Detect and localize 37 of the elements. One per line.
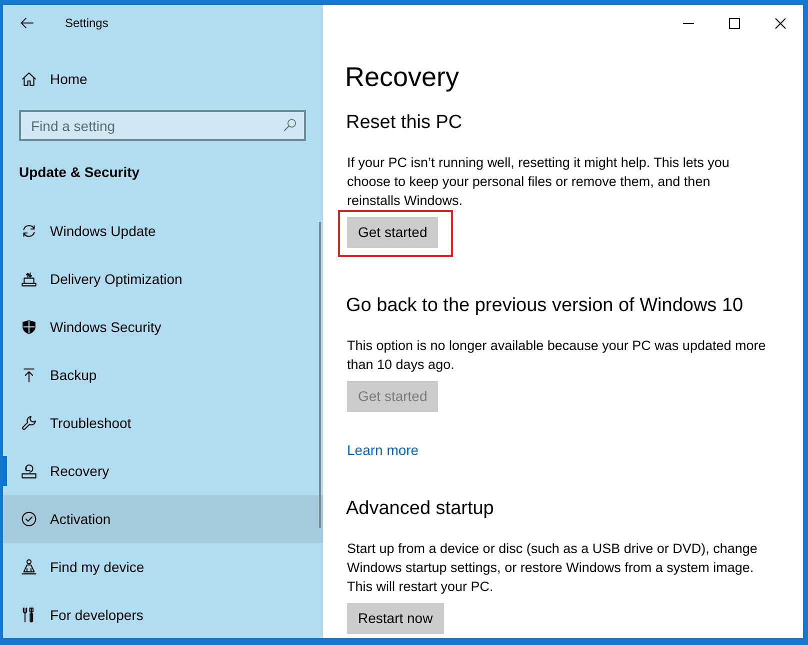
section-heading: Advanced startup <box>346 497 495 521</box>
nav-item[interactable]: Recovery <box>3 447 323 495</box>
back-icon[interactable] <box>20 16 34 30</box>
section-description: Start up from a device or disc (such as a USB drive or DVD), change Windows startup settings, or restore Windows from a system image. This will restart your PC. <box>347 540 758 596</box>
check-circle-icon <box>21 511 37 527</box>
nav-item[interactable]: Windows Update <box>3 207 323 255</box>
maximize-icon <box>728 18 740 28</box>
home-icon <box>21 71 37 87</box>
wrench-icon <box>21 415 37 431</box>
section-description: This option is no longer available because your PC was updated more than 10 days ago. <box>347 337 766 374</box>
upload-arrow-icon <box>21 367 37 383</box>
shield-icon <box>21 319 37 335</box>
nav-item[interactable]: For developers <box>3 591 323 638</box>
person-icon <box>21 559 37 575</box>
page-title: Recovery <box>345 61 460 94</box>
nav-item[interactable]: Activation <box>3 495 323 543</box>
nav-item[interactable]: Troubleshoot <box>3 399 323 447</box>
search-field[interactable]: Find a setting <box>19 110 306 141</box>
learn-more-link[interactable]: Learn more <box>347 441 419 460</box>
action-button[interactable]: Restart now <box>347 602 444 634</box>
window-title: Settings <box>65 15 108 32</box>
tray-arrows-icon <box>21 271 37 287</box>
section-heading: Go back to the previous version of Windows 10 <box>346 294 744 318</box>
scrollbar-thumb[interactable] <box>319 222 321 528</box>
nav-item[interactable]: Find my device <box>3 543 323 591</box>
nav-item[interactable]: Windows Security <box>3 303 323 351</box>
section-description: If your PC isn’t running well, resetting it might help. This lets you choose to keep your personal files or remove them, and then reinstalls Windows. <box>347 154 730 210</box>
home-item[interactable]: Home <box>3 59 323 99</box>
section-title: Update & Security <box>18 163 141 182</box>
close-icon <box>774 18 786 28</box>
nav-item[interactable]: Delivery Optimization <box>3 255 323 303</box>
tray-curved-arrow-icon <box>21 463 37 479</box>
section-heading: Reset this PC <box>346 111 464 135</box>
nav-item[interactable]: Backup <box>3 351 323 399</box>
sync-icon <box>21 223 37 239</box>
search-icon[interactable] <box>283 118 297 132</box>
action-button[interactable]: Get started <box>347 217 438 248</box>
